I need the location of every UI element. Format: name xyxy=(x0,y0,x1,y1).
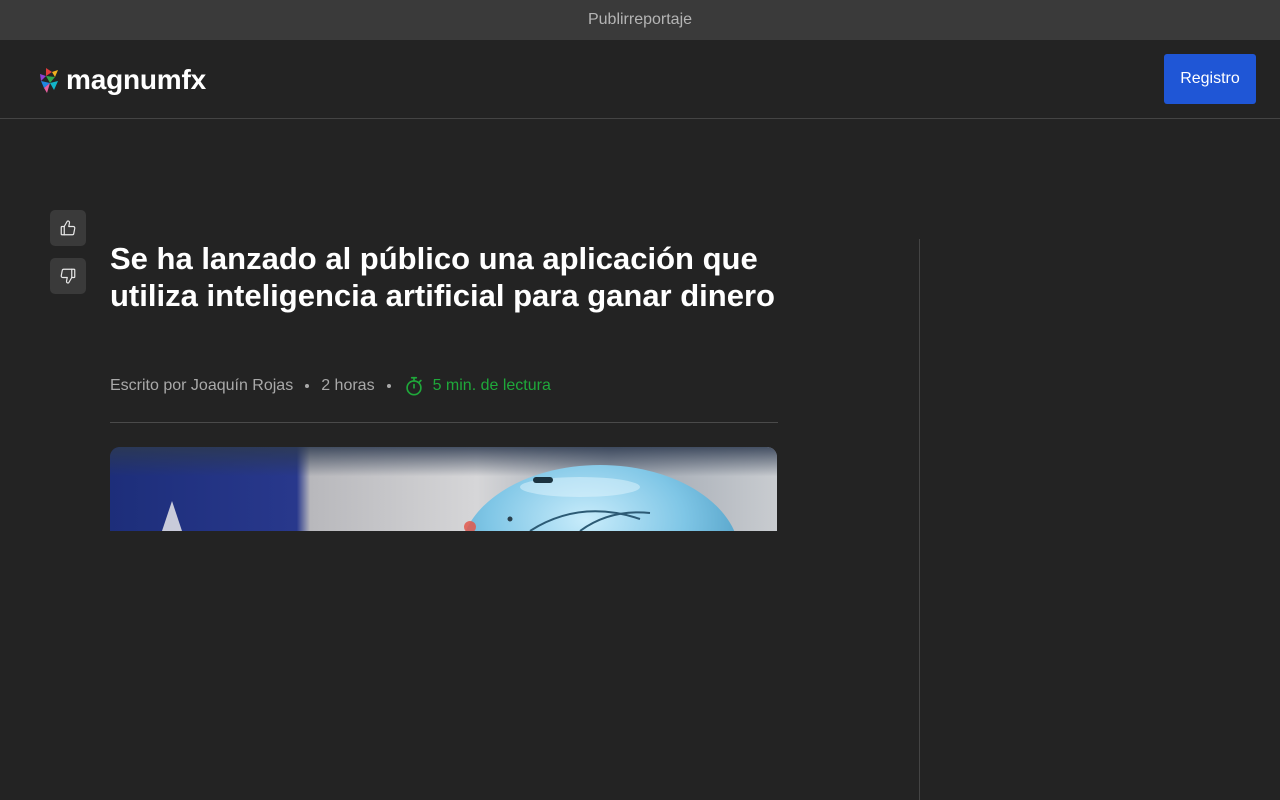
site-logo[interactable]: magnumfx xyxy=(38,66,206,94)
sidebar-divider xyxy=(919,239,920,800)
separator-dot xyxy=(386,384,391,388)
read-time-label: 5 min. de lectura xyxy=(432,377,551,394)
read-time: 5 min. de lectura xyxy=(403,375,551,397)
separator-dot xyxy=(305,384,310,388)
publish-time: 2 horas xyxy=(321,377,375,394)
site-header: magnumfx Registro xyxy=(0,40,1280,119)
stopwatch-icon xyxy=(405,376,422,396)
register-button[interactable]: Registro xyxy=(1164,54,1256,104)
thumbs-up-icon xyxy=(60,220,76,236)
article-title: Se ha lanzado al público una aplicación … xyxy=(110,241,775,313)
hero-image-illustration xyxy=(110,447,777,531)
sponsored-label: Publirreportaje xyxy=(587,11,693,28)
like-button[interactable] xyxy=(50,210,86,246)
author-name: Escrito por Joaquín Rojas xyxy=(110,377,294,394)
sponsored-banner: Publirreportaje xyxy=(0,0,1280,40)
article-byline: Escrito por Joaquín Rojas 2 horas 5 min.… xyxy=(110,374,551,398)
title-divider xyxy=(110,422,778,423)
logo-icon xyxy=(40,68,58,93)
dislike-button[interactable] xyxy=(50,258,86,294)
thumbs-down-icon xyxy=(60,268,76,284)
logo-text: magnumfx xyxy=(66,64,206,95)
article-hero-image xyxy=(110,447,777,531)
